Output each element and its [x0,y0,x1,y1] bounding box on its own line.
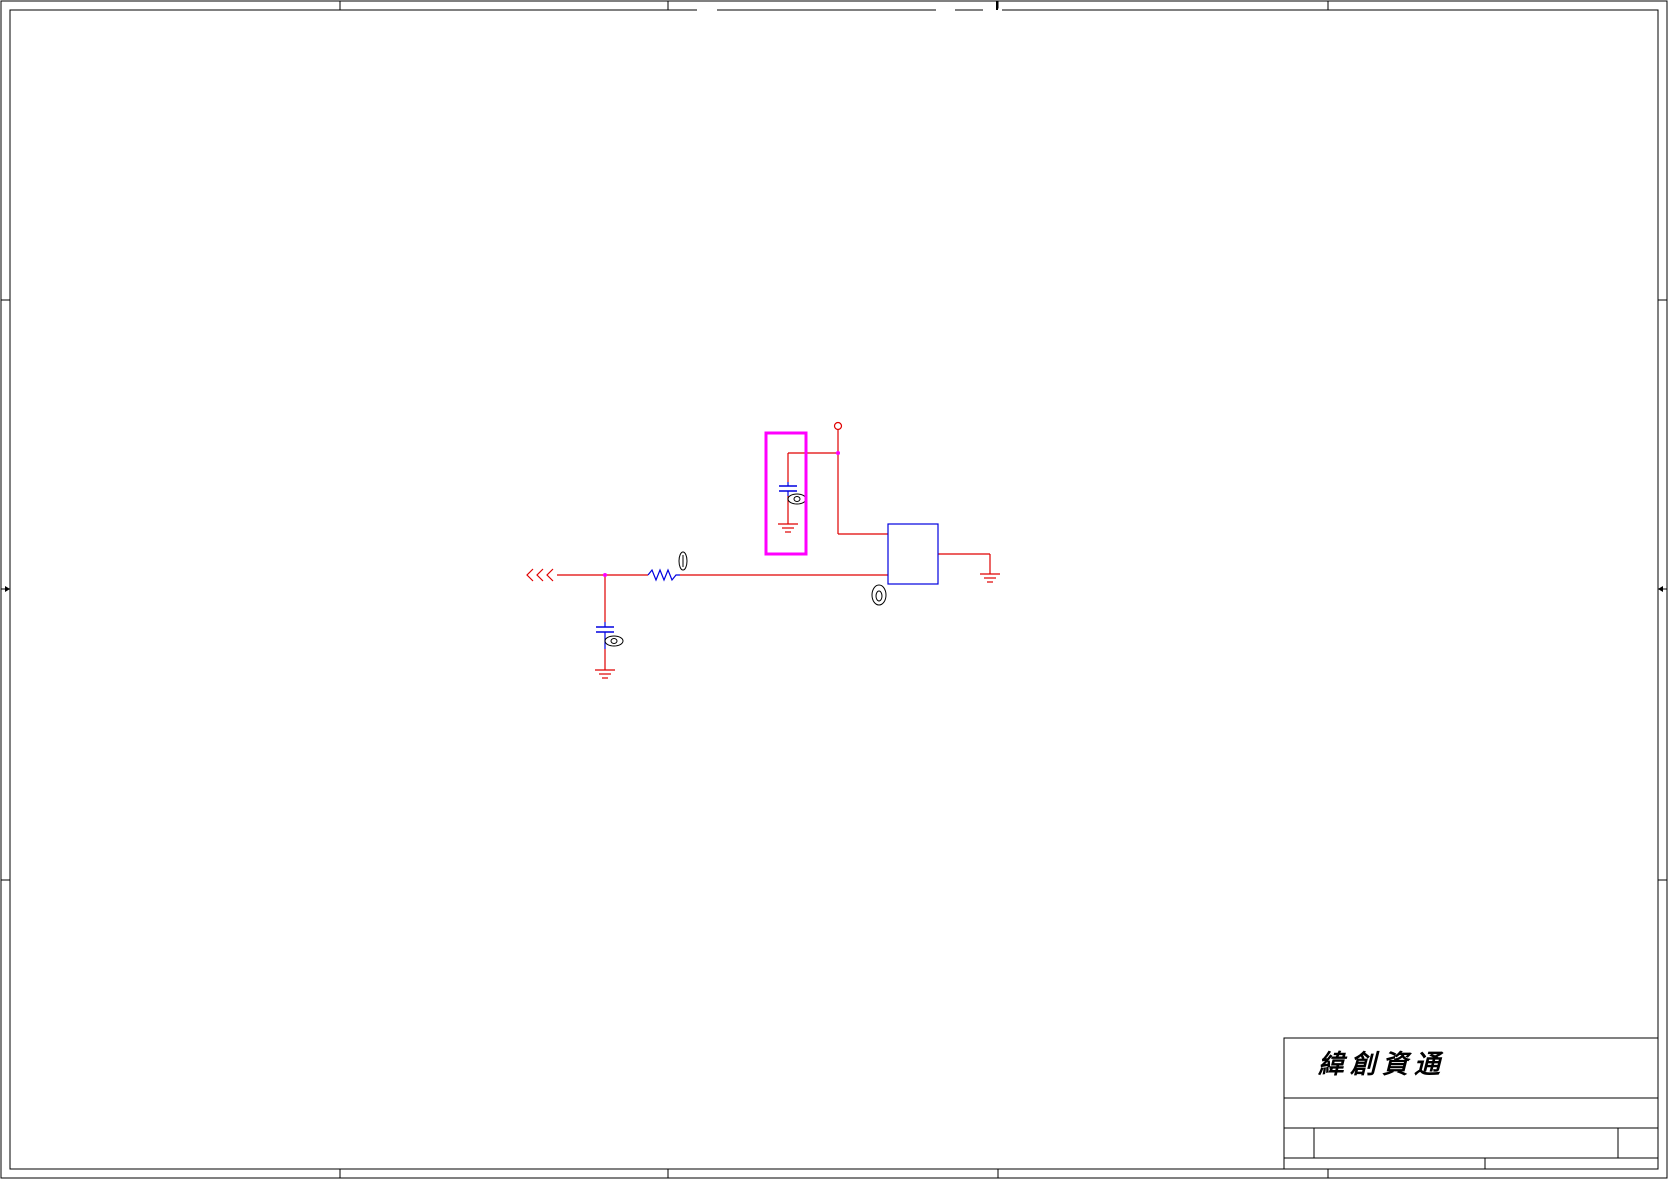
capacitor-top-icon [779,485,797,492]
capacitor-bottom-icon [596,626,614,633]
resistor-label-mark [678,551,688,571]
highlight-box[interactable] [764,431,808,556]
resistor-icon [647,568,680,582]
chip-label-mark [871,584,887,606]
junction-dot [603,573,607,577]
chip-body[interactable] [887,523,939,585]
capacitor-top-label-mark [787,493,807,505]
schematic-sheet [0,0,1668,1179]
ground-icon [778,523,798,533]
ground-icon [595,669,615,679]
power-pin-icon [833,421,843,431]
company-name: 緯創資通 [1318,1050,1447,1080]
junction-dot [836,451,840,455]
ground-icon [980,573,1000,583]
capacitor-bottom-label-mark [604,635,624,647]
wires [557,430,991,670]
sheet-frame [0,0,1668,1179]
left-center-arrow [1,586,10,592]
right-center-arrow [1658,586,1667,592]
offpage-connector-icon [526,568,554,582]
